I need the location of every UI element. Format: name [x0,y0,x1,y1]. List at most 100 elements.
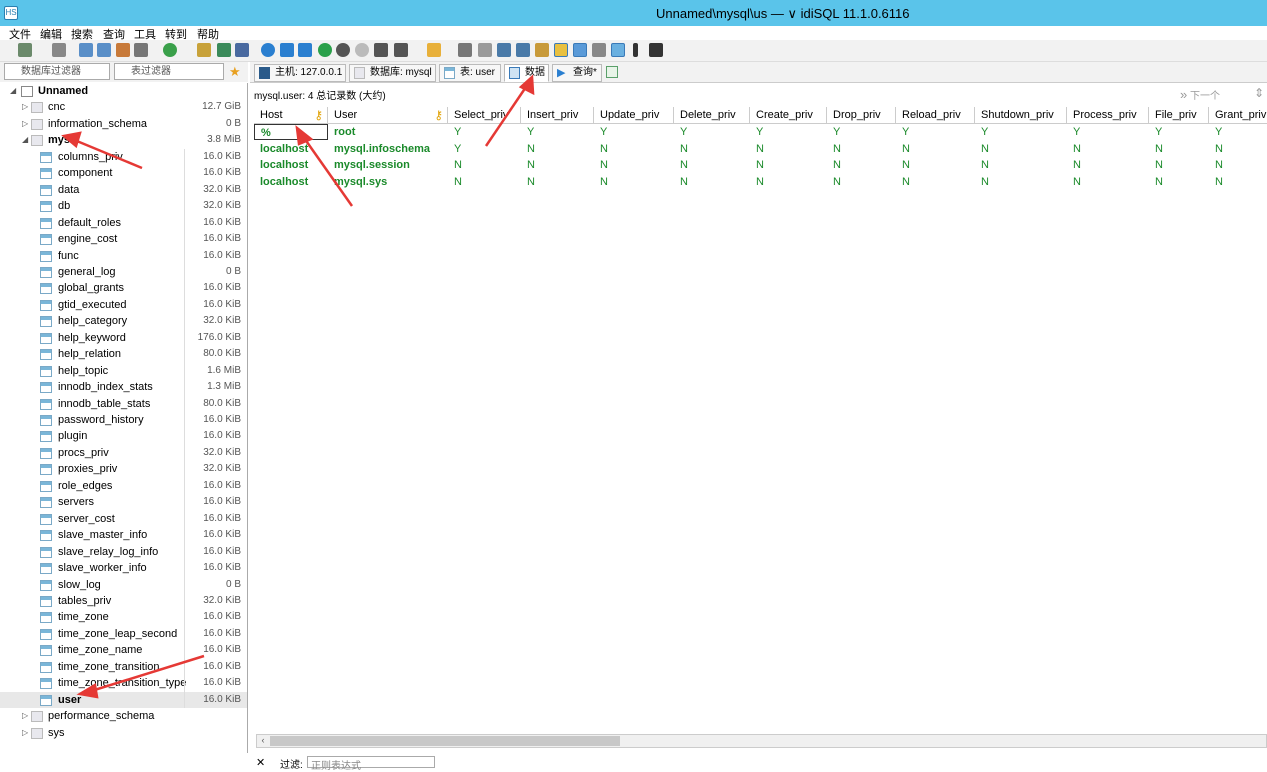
disconnect-icon[interactable] [52,43,66,57]
grid-cell[interactable]: N [975,157,1067,173]
binary-icon[interactable] [573,43,587,57]
grid-cell[interactable]: N [975,174,1067,190]
grid-cell[interactable]: N [1067,141,1149,157]
grid-cell[interactable]: Y [594,124,674,140]
grid-cell[interactable]: N [827,174,896,190]
column-header-reload_priv[interactable]: Reload_priv [896,107,975,124]
grid-cell[interactable]: Y [448,141,521,157]
column-header-grant_priv[interactable]: Grant_priv [1209,107,1267,124]
grid-cell[interactable]: N [1149,157,1209,173]
grid-cell[interactable]: N [1209,141,1267,157]
tab-data[interactable]: 数据 [504,64,549,82]
tree-database-performance_schema[interactable]: ▷ performance_schema [0,708,247,724]
tree-table-columns_priv[interactable]: columns_priv 16.0 KiB [0,149,247,165]
grid-cell[interactable]: N [750,174,827,190]
tab-table[interactable]: 表: user [439,64,501,82]
expand-arrow-icon[interactable]: ◢ [10,83,16,99]
tree-table-innodb_index_stats[interactable]: innodb_index_stats 1.3 MiB [0,379,247,395]
grid-cell[interactable]: N [750,141,827,157]
tree-root[interactable]: ◢ Unnamed [0,83,247,99]
grid-cell[interactable]: Y [827,124,896,140]
tree-table-help_topic[interactable]: help_topic 1.6 MiB [0,363,247,379]
expand-arrow-icon[interactable]: ▷ [22,99,28,115]
grid-cell[interactable]: N [1067,174,1149,190]
tree-table-tables_priv[interactable]: tables_priv 32.0 KiB [0,593,247,609]
column-header-drop_priv[interactable]: Drop_priv [827,107,896,124]
column-header-process_priv[interactable]: Process_priv [1067,107,1149,124]
post-icon[interactable] [355,43,369,57]
cancel-icon[interactable] [374,43,388,57]
format-icon[interactable] [611,43,625,57]
open-folder-icon[interactable] [427,43,441,57]
column-header-file_priv[interactable]: File_priv [1149,107,1209,124]
paste-icon[interactable] [97,43,111,57]
column-header-user[interactable]: User ⚷ [328,107,448,124]
tree-database-cnc[interactable]: ▷ cnc 12.7 GiB [0,99,247,115]
favorite-star-icon[interactable]: ★ [229,64,241,80]
undo-icon[interactable] [116,43,130,57]
grid-cell[interactable]: localhost [254,141,328,157]
grid-cell[interactable]: N [674,141,750,157]
grid-cell[interactable]: N [594,141,674,157]
grid-cell[interactable]: localhost [254,174,328,190]
grid-cell[interactable]: Y [521,124,594,140]
transfer-icon[interactable] [235,43,249,57]
tree-table-user[interactable]: user 16.0 KiB [0,691,247,708]
run-icon[interactable] [394,43,408,57]
grid-cell[interactable]: mysql.infoschema [328,141,448,157]
new-query-tab-icon[interactable] [606,66,618,78]
grid-cell[interactable]: N [594,174,674,190]
expand-arrow-icon[interactable]: ▷ [22,116,28,132]
expand-arrow-icon[interactable]: ▷ [22,708,28,724]
next-page-button[interactable]: » 下一个 [1180,87,1220,102]
grid-cell[interactable]: Y [1149,124,1209,140]
column-header-update_priv[interactable]: Update_priv [594,107,674,124]
grid-cell[interactable]: N [1209,157,1267,173]
grid-cell[interactable]: N [1067,157,1149,173]
tree-table-time_zone_transition[interactable]: time_zone_transition 16.0 KiB [0,659,247,675]
tree-table-global_grants[interactable]: global_grants 16.0 KiB [0,280,247,296]
tree-database-mysql[interactable]: ◢ mysql 3.8 MiB [0,132,247,148]
grid-cell[interactable]: mysql.session [328,157,448,173]
tree-database-information_schema[interactable]: ▷ information_schema 0 B [0,116,247,132]
clean-icon[interactable] [535,43,549,57]
help-icon[interactable] [261,43,275,57]
tree-table-func[interactable]: func 16.0 KiB [0,248,247,264]
tree-table-slave_worker_info[interactable]: slave_worker_info 16.0 KiB [0,560,247,576]
close-filter-icon[interactable]: ✕ [256,756,265,769]
grid-cell[interactable]: N [750,157,827,173]
grid-cell[interactable]: N [448,174,521,190]
tree-table-time_zone_leap_second[interactable]: time_zone_leap_second 16.0 KiB [0,626,247,642]
tree-table-proxies_priv[interactable]: proxies_priv 32.0 KiB [0,461,247,477]
grid-cell[interactable]: N [1149,141,1209,157]
grid-cell[interactable]: N [674,174,750,190]
connect-icon[interactable] [18,43,32,57]
save-snippet-icon[interactable] [478,43,492,57]
grid-cell[interactable]: N [896,141,975,157]
tree-table-slow_log[interactable]: slow_log 0 B [0,577,247,593]
grid-cell[interactable]: localhost [254,157,328,173]
grid-cell[interactable]: N [674,157,750,173]
tree-table-engine_cost[interactable]: engine_cost 16.0 KiB [0,231,247,247]
table-filter-input[interactable]: 表过滤器 [114,63,224,80]
grid-cell[interactable]: Y [750,124,827,140]
tree-table-time_zone_name[interactable]: time_zone_name 16.0 KiB [0,642,247,658]
tree-table-help_keyword[interactable]: help_keyword 176.0 KiB [0,330,247,346]
close-tab-icon[interactable] [649,43,663,57]
warnings-icon[interactable] [554,43,568,57]
print-icon[interactable] [134,43,148,57]
copy-icon[interactable] [79,43,93,57]
column-header-select_priv[interactable]: Select_priv [448,107,521,124]
tree-table-general_log[interactable]: general_log 0 B [0,264,247,280]
column-header-insert_priv[interactable]: Insert_priv [521,107,594,124]
grid-cell[interactable]: N [1149,174,1209,190]
tree-table-time_zone[interactable]: time_zone 16.0 KiB [0,609,247,625]
tree-table-default_roles[interactable]: default_roles 16.0 KiB [0,215,247,231]
last-record-icon[interactable] [298,43,312,57]
grid-cell[interactable]: Y [448,124,521,140]
column-header-shutdown_priv[interactable]: Shutdown_priv [975,107,1067,124]
save-icon[interactable] [458,43,472,57]
grid-cell[interactable]: Y [1209,124,1267,140]
grid-cell[interactable]: N [975,141,1067,157]
grid-cell[interactable]: N [521,141,594,157]
